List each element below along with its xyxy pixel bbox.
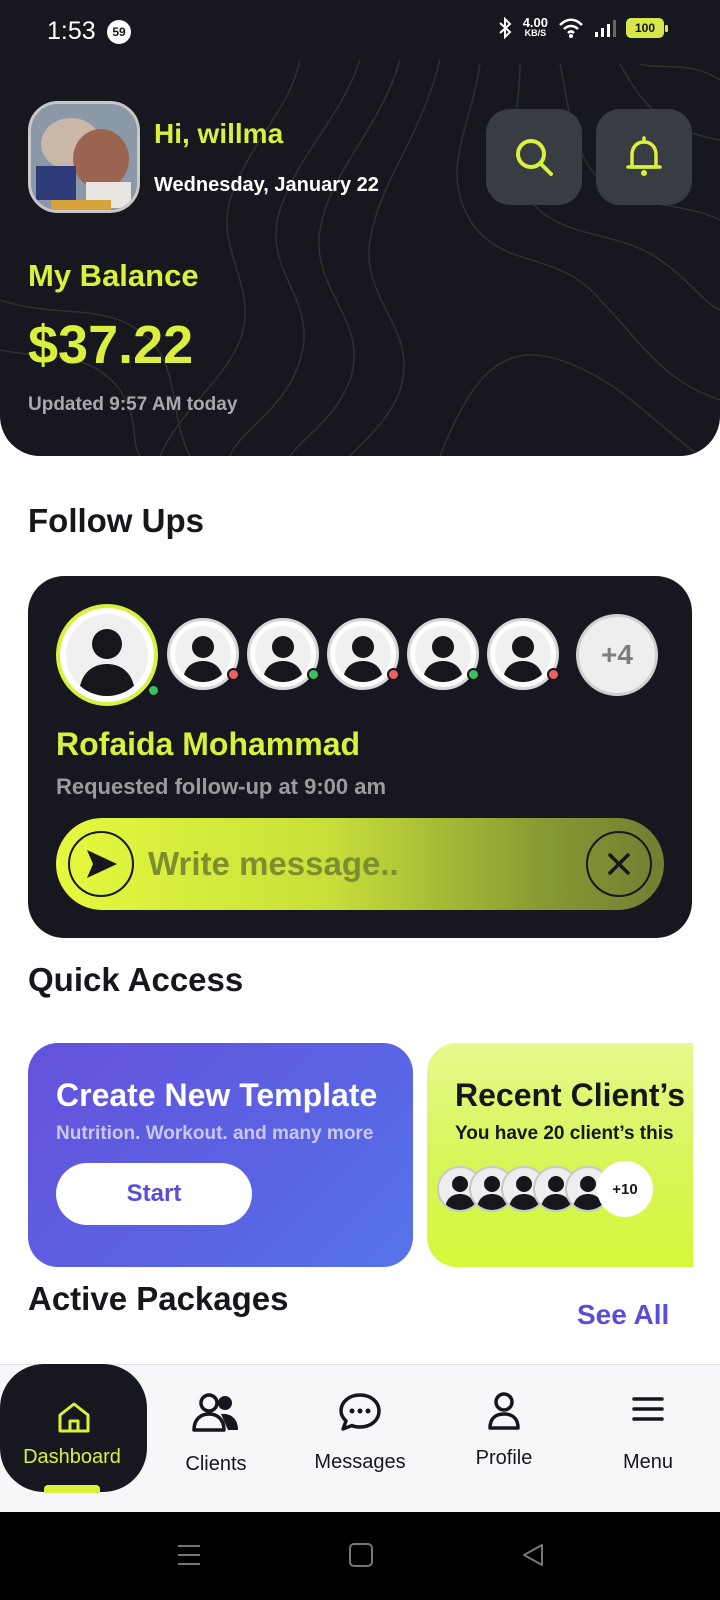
follow-up-client-name: Rofaida Mohammad bbox=[56, 726, 361, 762]
message-bar bbox=[56, 818, 664, 910]
dismiss-button[interactable] bbox=[586, 831, 652, 897]
follow-up-avatar[interactable] bbox=[407, 618, 480, 690]
user-avatar[interactable] bbox=[28, 101, 140, 213]
battery-icon: 100 bbox=[626, 18, 668, 38]
active-indicator bbox=[44, 1485, 100, 1493]
active-packages-title: Active Packages bbox=[28, 1280, 289, 1317]
more-clients-badge: +10 bbox=[597, 1161, 653, 1217]
quick-access-title: Quick Access bbox=[28, 961, 244, 998]
header-panel: 1:53 59 4.00 KB/S 100 Hi, willma Wednesd… bbox=[0, 0, 720, 456]
system-navigation-bar bbox=[0, 1512, 720, 1600]
current-date: Wednesday, January 22 bbox=[154, 174, 379, 196]
chat-icon bbox=[339, 1393, 381, 1431]
nav-item-profile[interactable]: Profile bbox=[432, 1365, 576, 1513]
nav-label-profile: Profile bbox=[475, 1447, 533, 1469]
bluetooth-icon bbox=[499, 16, 512, 40]
greeting-text: Hi, willma bbox=[154, 118, 284, 149]
search-button[interactable] bbox=[486, 109, 582, 205]
notifications-button[interactable] bbox=[596, 109, 692, 205]
avatar-photo bbox=[31, 104, 137, 210]
status-time: 1:53 bbox=[47, 17, 96, 45]
send-icon bbox=[87, 850, 117, 878]
nav-label-menu: Menu bbox=[622, 1451, 674, 1473]
recent-apps-icon[interactable] bbox=[176, 1542, 202, 1568]
status-dot-online bbox=[307, 668, 320, 681]
recent-clients-card[interactable]: Recent Client’s You have 20 client’s thi… bbox=[427, 1043, 693, 1267]
network-speed: 4.00 KB/S bbox=[523, 16, 548, 39]
person-icon bbox=[503, 636, 543, 682]
status-dot-online bbox=[467, 668, 480, 681]
network-speed-unit: KB/S bbox=[524, 28, 547, 38]
nav-label-messages: Messages bbox=[314, 1451, 406, 1473]
follow-up-request-text: Requested follow-up at 9:00 am bbox=[56, 774, 387, 799]
person-icon bbox=[263, 636, 303, 682]
see-all-link[interactable]: See All bbox=[577, 1299, 669, 1331]
follow-up-avatar-selected[interactable] bbox=[56, 604, 160, 706]
nav-item-clients[interactable]: Clients bbox=[144, 1365, 288, 1513]
follow-up-avatar[interactable] bbox=[167, 618, 240, 690]
balance-label: My Balance bbox=[28, 258, 199, 293]
status-dot-offline bbox=[547, 668, 560, 681]
close-icon bbox=[608, 853, 630, 875]
create-template-subtitle: Nutrition. Workout. and many more bbox=[56, 1123, 374, 1144]
person-icon bbox=[183, 636, 223, 682]
recent-clients-title: Recent Client’s bbox=[455, 1077, 685, 1113]
nav-item-dashboard[interactable]: Dashboard bbox=[0, 1364, 147, 1493]
notification-count-badge: 59 bbox=[107, 20, 131, 44]
person-icon bbox=[79, 629, 135, 696]
follow-ups-title: Follow Ups bbox=[28, 502, 204, 539]
users-icon bbox=[192, 1393, 238, 1432]
create-template-title: Create New Template bbox=[56, 1077, 378, 1113]
status-dot-offline bbox=[227, 668, 240, 681]
search-icon bbox=[516, 139, 553, 176]
send-button[interactable] bbox=[68, 831, 134, 897]
follow-up-avatar[interactable] bbox=[247, 618, 320, 690]
nav-label-dashboard: Dashboard bbox=[23, 1446, 121, 1468]
person-icon bbox=[423, 636, 463, 682]
home-icon bbox=[58, 1402, 89, 1433]
person-icon bbox=[343, 636, 383, 682]
wifi-icon bbox=[559, 18, 583, 38]
bottom-navigation: Dashboard Clients Messages Profile Menu bbox=[0, 1364, 720, 1512]
balance-amount: $37.22 bbox=[28, 315, 194, 375]
follow-up-avatar[interactable] bbox=[487, 618, 560, 690]
start-button[interactable]: Start bbox=[56, 1163, 252, 1225]
follow-up-avatar[interactable] bbox=[327, 618, 400, 690]
nav-item-menu[interactable]: Menu bbox=[576, 1365, 720, 1513]
status-bar: 1:53 59 4.00 KB/S 100 bbox=[0, 0, 720, 64]
user-icon bbox=[488, 1392, 520, 1430]
nav-item-messages[interactable]: Messages bbox=[288, 1365, 432, 1513]
status-dot-offline bbox=[387, 668, 400, 681]
home-square-icon[interactable] bbox=[348, 1542, 374, 1568]
back-triangle-icon[interactable] bbox=[520, 1542, 546, 1568]
status-dot-online bbox=[147, 684, 160, 697]
cellular-signal-icon bbox=[595, 20, 616, 37]
bell-icon bbox=[626, 136, 662, 176]
topographic-background bbox=[0, 59, 720, 456]
create-template-card[interactable]: Create New Template Nutrition. Workout. … bbox=[28, 1043, 413, 1267]
more-follow-ups-badge[interactable]: +4 bbox=[576, 614, 658, 696]
message-input[interactable] bbox=[148, 838, 548, 890]
recent-clients-subtitle: You have 20 client’s this bbox=[455, 1123, 674, 1144]
balance-updated-text: Updated 9:57 AM today bbox=[28, 394, 238, 415]
nav-label-clients: Clients bbox=[185, 1453, 247, 1475]
hamburger-icon bbox=[632, 1397, 664, 1421]
